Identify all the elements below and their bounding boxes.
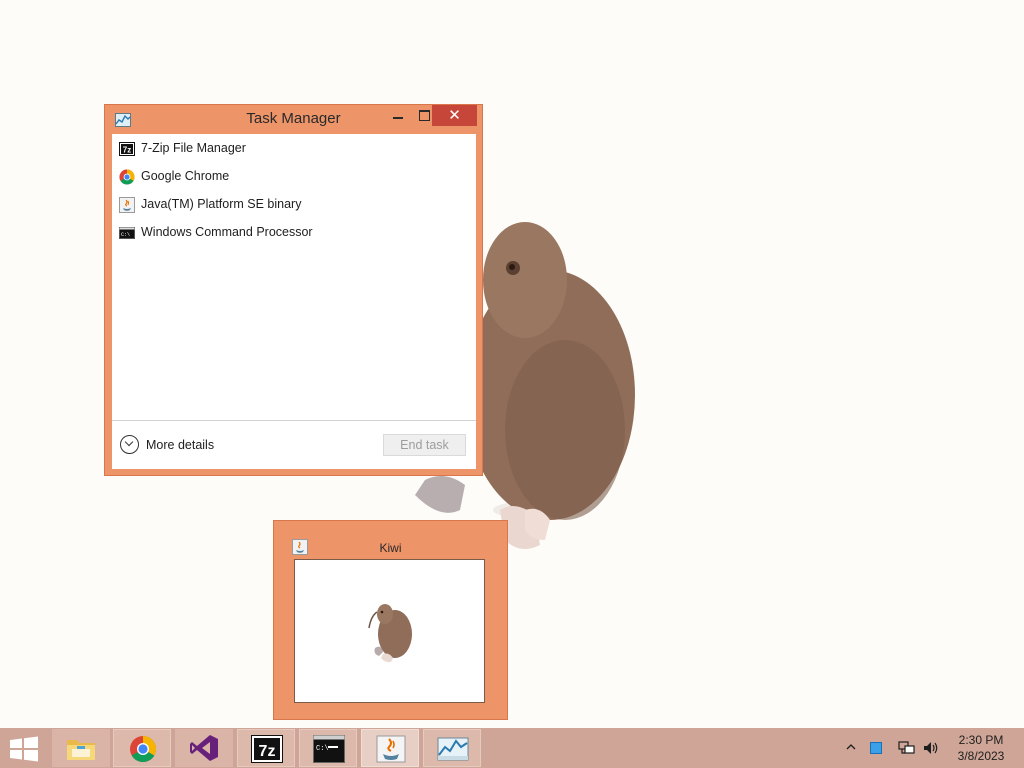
process-name: Google Chrome bbox=[141, 169, 230, 183]
svg-text:C:\: C:\ bbox=[121, 232, 130, 238]
taskbar-item-visual-studio[interactable] bbox=[175, 729, 233, 767]
visual-studio-icon bbox=[190, 735, 218, 761]
notification-app-icon[interactable] bbox=[870, 742, 882, 754]
cmd-icon: C:\ bbox=[119, 227, 135, 239]
process-item-cmd[interactable]: C:\ Windows Command Processor bbox=[112, 220, 476, 246]
kiwi-bird-image bbox=[368, 604, 412, 663]
taskbar-item-task-manager[interactable] bbox=[423, 729, 481, 767]
process-name: Windows Command Processor bbox=[141, 225, 313, 239]
end-task-button[interactable]: End task bbox=[383, 434, 466, 456]
taskbar-item-7-zip[interactable]: 7z bbox=[237, 729, 295, 767]
clock-date: 3/8/2023 bbox=[957, 749, 1005, 763]
task-manager-window: Task Manager ✕ 7z 7-Zip File Manager Goo… bbox=[104, 104, 483, 476]
process-item-chrome[interactable]: Google Chrome bbox=[112, 164, 476, 190]
task-manager-footer: More details End task bbox=[112, 420, 476, 469]
taskbar-item-java[interactable] bbox=[361, 729, 419, 767]
java-icon bbox=[119, 197, 135, 213]
process-name: 7-Zip File Manager bbox=[141, 141, 246, 155]
cmd-icon: C:\ bbox=[313, 735, 345, 763]
svg-text:C:\: C:\ bbox=[316, 745, 329, 753]
chevron-down-icon[interactable] bbox=[120, 435, 139, 454]
task-manager-icon bbox=[437, 737, 469, 761]
process-item-java[interactable]: Java(TM) Platform SE binary bbox=[112, 192, 476, 218]
svg-text:7z: 7z bbox=[259, 743, 276, 760]
close-button[interactable]: ✕ bbox=[432, 105, 477, 126]
taskbar-item-google-chrome[interactable] bbox=[113, 729, 171, 767]
kiwi-canvas[interactable] bbox=[294, 559, 485, 703]
chrome-icon bbox=[119, 169, 135, 185]
7zip-icon: 7z bbox=[251, 735, 283, 763]
close-icon: ✕ bbox=[448, 106, 461, 124]
java-icon bbox=[376, 735, 406, 763]
process-item-7zip[interactable]: 7z 7-Zip File Manager bbox=[112, 136, 476, 162]
taskbar-item-command-prompt[interactable]: C:\ bbox=[299, 729, 357, 767]
windows-start-icon[interactable] bbox=[8, 736, 40, 762]
chrome-icon bbox=[130, 735, 157, 763]
taskbar-item-file-explorer[interactable] bbox=[52, 729, 110, 767]
taskbar-clock[interactable]: 2:30 PM 3/8/2023 bbox=[946, 733, 1016, 765]
volume-icon[interactable] bbox=[922, 740, 940, 756]
show-hidden-icons-icon[interactable] bbox=[846, 743, 856, 751]
more-details-link[interactable]: More details bbox=[146, 438, 214, 452]
kiwi-window: Kiwi bbox=[273, 520, 508, 720]
folder-icon bbox=[67, 740, 95, 760]
svg-text:7z: 7z bbox=[123, 146, 131, 155]
window-title: Kiwi bbox=[379, 541, 402, 555]
process-name: Java(TM) Platform SE binary bbox=[141, 197, 302, 211]
minimize-button[interactable] bbox=[385, 105, 411, 126]
7zip-icon: 7z bbox=[119, 142, 135, 156]
title-bar[interactable]: Task Manager ✕ bbox=[105, 105, 482, 134]
task-manager-content: 7z 7-Zip File Manager Google Chrome Java… bbox=[112, 134, 476, 469]
clock-time: 2:30 PM bbox=[958, 733, 1004, 747]
network-icon[interactable] bbox=[898, 740, 916, 756]
